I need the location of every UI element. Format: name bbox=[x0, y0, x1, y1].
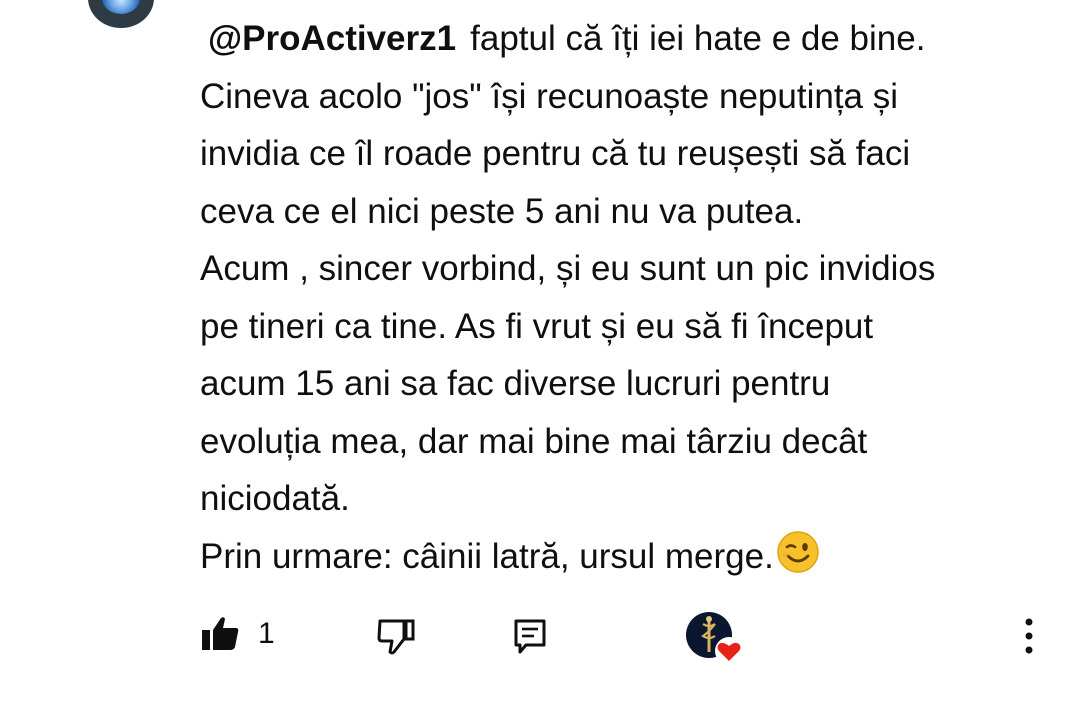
commenter-avatar[interactable] bbox=[88, 0, 154, 28]
dislike-button[interactable] bbox=[372, 614, 420, 658]
vertical-dots-icon bbox=[1025, 618, 1033, 654]
comment-line-8: evoluția mea, dar mai bine mai târziu de… bbox=[200, 421, 868, 461]
thumbs-up-icon bbox=[202, 617, 239, 650]
red-heart-icon bbox=[715, 637, 743, 665]
comment-line-4: ceva ce el nici peste 5 ani nu va putea. bbox=[200, 191, 804, 231]
comment-text: faptul că îți iei hate e de bine. bbox=[470, 19, 926, 58]
like-count: 1 bbox=[258, 617, 275, 650]
reply-button[interactable] bbox=[508, 614, 552, 658]
comment-line-3: invidia ce îl roade pentru că tu reușeșt… bbox=[200, 134, 911, 173]
comment-text-last: Prin urmare: câinii latră, ursul merge. bbox=[200, 536, 774, 576]
creator-heart-badge bbox=[686, 612, 748, 670]
comment-line-9: niciodată. bbox=[200, 479, 350, 518]
comment-action-bar: 1 bbox=[0, 600, 1080, 670]
like-button[interactable] bbox=[196, 612, 244, 656]
comment-body: @ProActiverz1 faptul că îți iei hate e de… bbox=[200, 10, 1040, 585]
comment-line-1: @ProActiverz1 faptul că îți iei hate e de… bbox=[200, 10, 1040, 68]
more-options-button[interactable] bbox=[1012, 614, 1046, 658]
comment-line-5: Acum , sincer vorbind, și eu sunt un pic… bbox=[200, 249, 936, 288]
comment-line-6: pe tineri ca tine. As fi vrut și eu să f… bbox=[200, 306, 874, 346]
mention-link[interactable]: @ProActiverz1 bbox=[208, 19, 456, 58]
comment-line-10: Prin urmare: câinii latră, ursul merge. bbox=[200, 528, 1040, 586]
avatar-image bbox=[102, 0, 140, 14]
thumbs-down-icon bbox=[377, 619, 415, 655]
reply-comment-icon bbox=[514, 619, 546, 654]
comment-line-2: Cineva acolo "jos" își recunoaște neputi… bbox=[200, 76, 899, 116]
comment-line-7: acum 15 ani sa fac diverse lucruri pentr… bbox=[200, 364, 831, 403]
winking-face-emoji bbox=[777, 530, 819, 573]
